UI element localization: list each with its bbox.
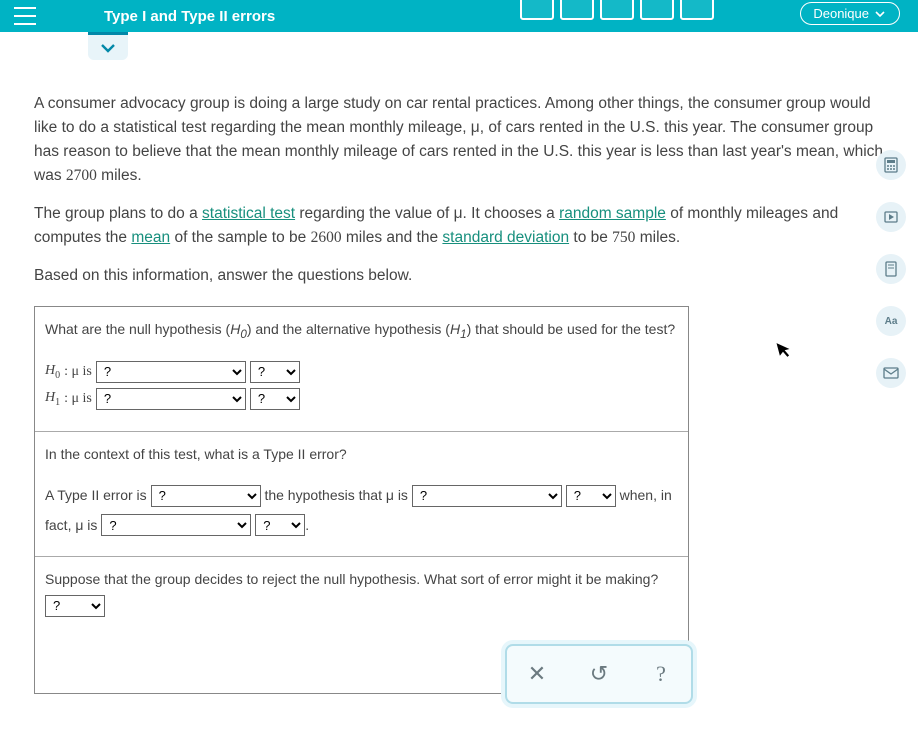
user-menu[interactable]: Deonique — [800, 2, 900, 25]
expand-tab-button[interactable] — [88, 32, 128, 60]
h1-value-select[interactable]: ? — [250, 388, 300, 410]
q2-select-action[interactable]: ? — [151, 485, 261, 507]
user-name: Deonique — [813, 6, 869, 21]
instruction-line: Based on this information, answer the qu… — [34, 264, 884, 288]
chevron-down-icon — [875, 9, 885, 19]
help-button[interactable]: ? — [643, 656, 679, 692]
value-sample-mean: 2600 — [311, 229, 342, 246]
play-icon — [884, 211, 898, 223]
link-mean[interactable]: mean — [131, 229, 170, 246]
q3-select-error-type[interactable]: ? — [45, 595, 105, 617]
font-size-button[interactable]: Aa — [876, 306, 906, 336]
text: to be — [569, 229, 612, 246]
undo-button[interactable]: ↺ — [581, 656, 617, 692]
h0-value-select[interactable]: ? — [250, 361, 300, 383]
chevron-down-icon — [100, 41, 116, 55]
close-icon: ✕ — [528, 661, 546, 687]
clear-button[interactable]: ✕ — [519, 656, 555, 692]
link-statistical-test[interactable]: statistical test — [202, 205, 295, 222]
q2-select-value2[interactable]: ? — [255, 514, 305, 536]
question-2: In the context of this test, what is a T… — [35, 432, 688, 557]
q2-select-value1[interactable]: ? — [566, 485, 616, 507]
q3-prompt: Suppose that the group decides to reject… — [45, 569, 678, 591]
text: regarding the value of μ. It chooses a — [295, 205, 559, 222]
text: of the sample to be — [170, 229, 310, 246]
help-icon: ? — [656, 661, 666, 687]
message-button[interactable] — [876, 358, 906, 388]
link-random-sample[interactable]: random sample — [559, 205, 666, 222]
right-rail: Aa — [876, 150, 906, 388]
book-icon — [884, 261, 898, 277]
font-icon: Aa — [885, 316, 898, 327]
text: miles and the — [342, 229, 443, 246]
calculator-icon — [884, 157, 898, 173]
h1-relation-select[interactable]: ? — [96, 388, 246, 410]
text: miles. — [635, 229, 680, 246]
mail-icon — [883, 367, 899, 379]
action-toolbar: ✕ ↺ ? — [505, 644, 693, 704]
textbook-button[interactable] — [876, 254, 906, 284]
q2-sentence: A Type II error is ? the hypothesis that… — [45, 481, 678, 540]
passage-paragraph-2: The group plans to do a statistical test… — [34, 202, 884, 250]
text: miles. — [97, 167, 142, 184]
q2-select-relation2[interactable]: ? — [101, 514, 251, 536]
h1-line: H1: μ is ? ? — [45, 387, 678, 410]
top-bar: Type I and Type II errors Deonique — [0, 0, 918, 32]
questions-panel: What are the null hypothesis (H0) and th… — [34, 306, 689, 694]
passage-paragraph-1: A consumer advocacy group is doing a lar… — [34, 92, 884, 188]
h0-line: H0: μ is ? ? — [45, 360, 678, 383]
undo-icon: ↺ — [590, 661, 608, 687]
q2-select-relation1[interactable]: ? — [412, 485, 562, 507]
h0-relation-select[interactable]: ? — [96, 361, 246, 383]
link-standard-deviation[interactable]: standard deviation — [442, 229, 569, 246]
hamburger-menu-icon[interactable] — [14, 7, 36, 25]
q2-prompt: In the context of this test, what is a T… — [45, 444, 678, 466]
value-lastyear: 2700 — [66, 167, 97, 184]
video-button[interactable] — [876, 202, 906, 232]
progress-boxes — [520, 0, 714, 20]
question-1: What are the null hypothesis (H0) and th… — [35, 307, 688, 431]
value-sd: 750 — [612, 229, 635, 246]
calculator-button[interactable] — [876, 150, 906, 180]
text: A consumer advocacy group is doing a lar… — [34, 95, 883, 184]
page-title: Type I and Type II errors — [104, 8, 275, 25]
q1-prompt: What are the null hypothesis (H0) and th… — [45, 319, 678, 344]
text: The group plans to do a — [34, 205, 202, 222]
